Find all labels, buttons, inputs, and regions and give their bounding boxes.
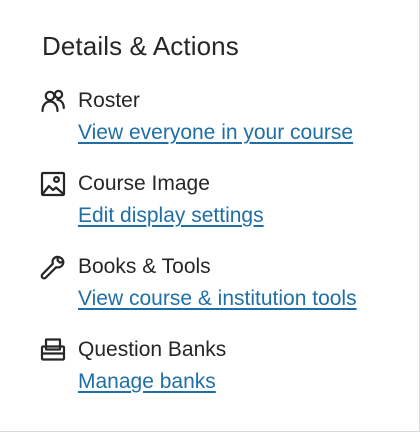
- details-item-course-image: Course Image Edit display settings: [40, 171, 400, 241]
- details-item-books-tools: Books & Tools View course & institution …: [40, 254, 400, 324]
- question-banks-label: Question Banks: [78, 338, 227, 361]
- view-course-tools-link[interactable]: View course & institution tools: [78, 285, 357, 313]
- roster-label: Roster: [78, 89, 140, 112]
- books-tools-label: Books & Tools: [78, 255, 211, 278]
- panel-title: Details & Actions: [42, 31, 239, 61]
- course-image-label: Course Image: [78, 172, 210, 195]
- edit-display-settings-link[interactable]: Edit display settings: [78, 202, 264, 230]
- question-bank-icon: [40, 337, 66, 363]
- view-everyone-link[interactable]: View everyone in your course: [78, 119, 353, 147]
- wrench-icon: [40, 254, 66, 280]
- image-icon: [40, 171, 66, 197]
- people-icon: [40, 88, 66, 114]
- manage-banks-link[interactable]: Manage banks: [78, 368, 216, 396]
- details-item-question-banks: Question Banks Manage banks: [40, 337, 400, 407]
- details-actions-panel: Details & Actions Roster View everyone i…: [0, 0, 420, 432]
- details-item-roster: Roster View everyone in your course: [40, 88, 400, 158]
